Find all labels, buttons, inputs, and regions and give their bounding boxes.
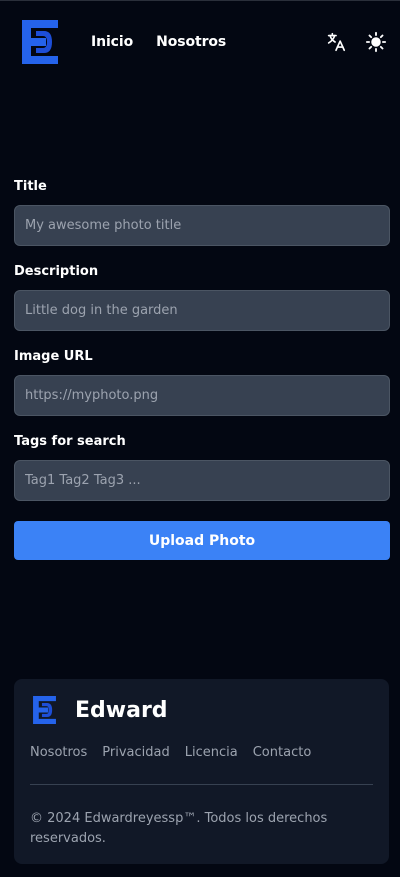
sun-icon[interactable]	[364, 30, 388, 54]
description-label: Description	[14, 264, 99, 279]
image-url-field-group: Image URL	[14, 349, 390, 416]
tags-field-group: Tags for search	[14, 434, 390, 501]
logo-icon[interactable]	[22, 20, 58, 64]
image-url-label: Image URL	[14, 349, 93, 364]
title-input[interactable]	[14, 205, 390, 246]
description-input[interactable]	[14, 290, 390, 331]
footer-link-contacto[interactable]: Contacto	[253, 745, 312, 760]
image-url-input[interactable]	[14, 375, 390, 416]
footer-brand-name: Edward	[75, 697, 168, 723]
footer-link-privacidad[interactable]: Privacidad	[102, 745, 169, 760]
footer-logo-icon	[33, 696, 56, 724]
title-field-group: Title	[14, 179, 390, 246]
top-header: Inicio Nosotros	[22, 19, 388, 65]
tags-input[interactable]	[14, 460, 390, 501]
upload-photo-button[interactable]: Upload Photo	[14, 521, 390, 560]
page: Inicio Nosotros Title My awesome photo t…	[0, 0, 400, 877]
upload-photo-form: Title Description Image URL Tags for sea…	[14, 179, 390, 560]
footer-link-licencia[interactable]: Licencia	[185, 745, 238, 760]
description-field-group: Description	[14, 264, 390, 331]
footer: Edward Nosotros Privacidad Licencia Cont…	[14, 679, 389, 864]
nav-link-nosotros[interactable]: Nosotros	[156, 34, 226, 50]
footer-links: Nosotros Privacidad Licencia Contacto	[30, 745, 373, 760]
header-actions	[324, 30, 388, 54]
translate-icon[interactable]	[324, 30, 348, 54]
main-nav: Inicio Nosotros	[91, 34, 226, 50]
nav-link-inicio[interactable]: Inicio	[91, 34, 133, 50]
copyright-text: © 2024 Edwardreyessp™. Todos los derecho…	[30, 811, 328, 846]
footer-link-nosotros[interactable]: Nosotros	[30, 745, 87, 760]
title-label: Title	[14, 179, 47, 194]
footer-divider	[30, 784, 373, 785]
tags-label: Tags for search	[14, 434, 126, 449]
footer-brand[interactable]: Edward	[33, 695, 373, 725]
